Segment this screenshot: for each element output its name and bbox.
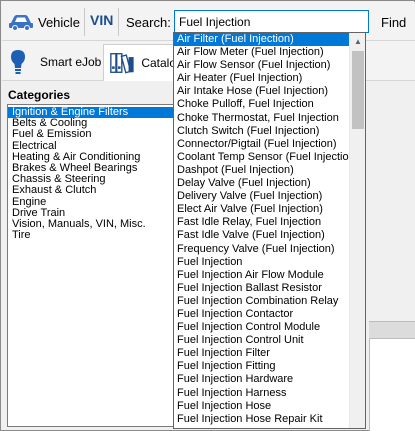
suggestion-item[interactable]: Fuel Injection Ballast Resistor <box>174 282 350 295</box>
tab-catalog[interactable]: Catalo <box>103 44 177 81</box>
lightbulb-icon <box>11 50 25 74</box>
suggestion-item[interactable]: Fuel Injection <box>174 256 350 269</box>
vehicle-button[interactable]: Vehicle <box>8 10 82 34</box>
suggestion-item[interactable]: Air Intake Hose (Fuel Injection) <box>174 85 350 98</box>
vin-button[interactable]: VIN <box>90 12 113 28</box>
toolbar-divider <box>84 8 85 36</box>
scroll-up-icon[interactable]: ▲ <box>350 33 365 49</box>
category-item[interactable]: Engine <box>8 196 174 208</box>
categories-list[interactable]: Ignition & Engine Filters Belts & Cooling… <box>7 104 175 427</box>
search-input[interactable] <box>174 10 369 33</box>
suggestion-item[interactable]: Connector/Pigtail (Fuel Injection) <box>174 138 350 151</box>
car-icon <box>9 15 33 31</box>
right-panel <box>369 81 415 431</box>
grid-header <box>369 321 415 339</box>
catalog-label: Catalo <box>141 56 176 70</box>
search-suggestions-dropdown[interactable]: Air Filter (Fuel Injection) Air Flow Mete… <box>173 32 366 429</box>
suggestion-item[interactable]: Choke Pulloff, Fuel Injection <box>174 98 350 111</box>
suggestion-item[interactable]: Fuel Injection Control Unit <box>174 334 350 347</box>
category-item[interactable]: Exhaust & Clutch <box>8 185 174 196</box>
vehicle-label: Vehicle <box>38 14 80 30</box>
toolbar-divider <box>118 8 119 36</box>
category-item[interactable]: Fuel & Emission <box>8 129 174 140</box>
suggestion-item[interactable]: Air Flow Sensor (Fuel Injection) <box>174 59 350 72</box>
suggestion-item[interactable]: Coolant Temp Sensor (Fuel Injection) <box>174 151 350 164</box>
suggestion-item[interactable]: Fuel Injection Hose <box>174 400 350 413</box>
category-item[interactable]: Vision, Manuals, VIN, Misc. <box>8 218 174 230</box>
suggestion-item[interactable]: Fuel Injection Fitting <box>174 360 350 373</box>
suggestion-item[interactable]: Air Filter (Fuel Injection) <box>174 33 350 47</box>
suggestion-item[interactable]: Fast Idle Relay, Fuel Injection <box>174 216 350 229</box>
grid-body <box>369 339 415 431</box>
find-button[interactable]: Find <box>381 15 406 30</box>
smart-ejob-button[interactable]: Smart eJob <box>10 47 101 77</box>
suggestion-item[interactable]: Fuel Injection Filter <box>174 347 350 360</box>
suggestion-item[interactable]: Fuel Injection Combination Relay <box>174 295 350 308</box>
categories-header: Categories <box>8 88 71 102</box>
suggestion-item[interactable]: Elect Air Valve (Fuel Injection) <box>174 203 350 216</box>
app-window: Vehicle VIN Search: Find Smart eJob <box>0 0 415 431</box>
category-item[interactable]: Tire <box>8 229 174 241</box>
search-label: Search: <box>126 15 171 30</box>
suggestion-item[interactable]: Frequency Valve (Fuel Injection) <box>174 243 350 256</box>
suggestion-item[interactable]: Air Heater (Fuel Injection) <box>174 72 350 85</box>
books-icon <box>110 53 134 74</box>
suggestion-list: Air Filter (Fuel Injection) Air Flow Mete… <box>174 33 350 426</box>
suggestion-item[interactable]: Choke Thermostat, Fuel Injection <box>174 112 350 125</box>
suggestion-item[interactable]: Dashpot (Fuel Injection) <box>174 164 350 177</box>
suggestion-item[interactable]: Fuel Injection Air Flow Module <box>174 269 350 282</box>
suggestion-item[interactable]: Fuel Injection Control Module <box>174 321 350 334</box>
suggestion-item[interactable]: Fuel Injection Hose Repair Kit <box>174 413 350 426</box>
smart-ejob-label: Smart eJob <box>40 55 102 69</box>
suggestion-item[interactable]: Fuel Injection Contactor <box>174 308 350 321</box>
categories-list-items: Ignition & Engine Filters Belts & Cooling… <box>8 105 174 241</box>
suggestion-item[interactable]: Fast Idle Valve (Fuel Injection) <box>174 229 350 242</box>
suggestion-item[interactable]: Fuel Injection Harness <box>174 387 350 400</box>
suggestion-item[interactable]: Air Flow Meter (Fuel Injection) <box>174 46 350 59</box>
scrollbar-thumb[interactable] <box>352 51 364 129</box>
suggestion-item[interactable]: Fuel Injection Hardware <box>174 373 350 386</box>
suggestion-item[interactable]: Clutch Switch (Fuel Injection) <box>174 125 350 138</box>
dropdown-scrollbar[interactable]: ▲ <box>349 33 365 428</box>
suggestion-item[interactable]: Delay Valve (Fuel Injection) <box>174 177 350 190</box>
suggestion-item[interactable]: Delivery Valve (Fuel Injection) <box>174 190 350 203</box>
